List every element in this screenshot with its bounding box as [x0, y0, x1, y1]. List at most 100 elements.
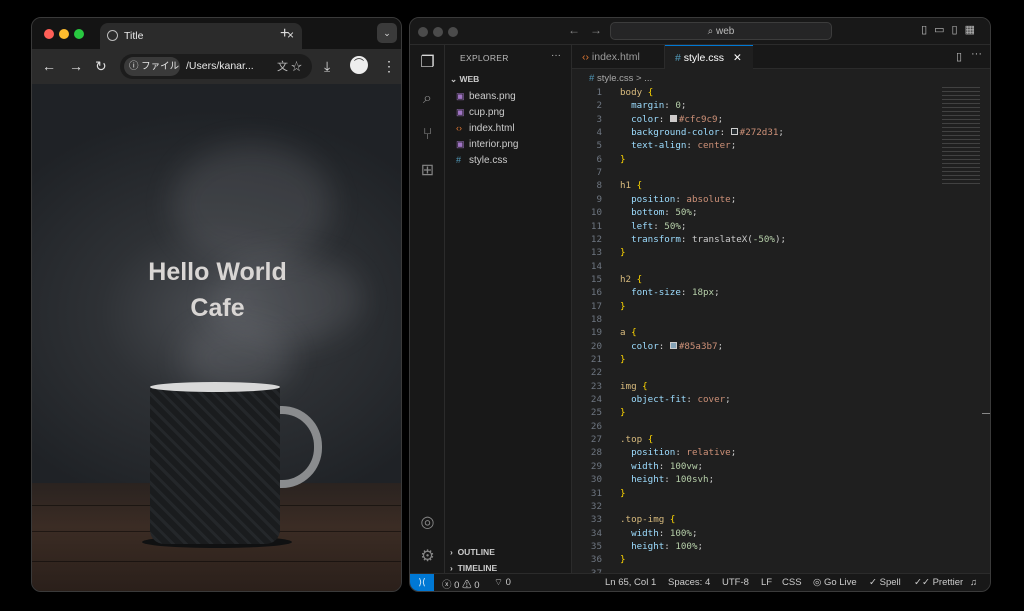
code-line[interactable]: bottom: 50%; [620, 207, 697, 218]
new-tab-button[interactable]: + [280, 25, 289, 43]
go-live-button[interactable]: ◎ Go Live [813, 577, 857, 588]
line-number: 2 [596, 100, 602, 112]
code-line[interactable]: color: #cfc9c9; [620, 114, 723, 125]
zoom-window-button[interactable] [448, 27, 458, 37]
site-info-chip[interactable]: ⓘ ファイル [124, 57, 180, 76]
spell-label: Spell [879, 577, 901, 588]
remote-indicator[interactable]: ⟩⟨ [410, 574, 434, 591]
extensions-icon[interactable]: ⊞ [418, 161, 437, 180]
vscode-titlebar: ← → ⌕ web ▯▭▯▦ [410, 18, 990, 45]
outline-section[interactable]: › OUTLINE [450, 547, 495, 557]
line-number: 24 [590, 394, 602, 406]
bell-icon[interactable]: ♫ [970, 577, 977, 588]
line-number: 12 [590, 233, 602, 245]
problems-indicator[interactable]: ⓧ 0 ⚠ 0 [442, 577, 480, 591]
code-line[interactable]: } [620, 488, 626, 499]
tab-search-button[interactable]: ⌄ [377, 23, 397, 43]
more-actions-icon[interactable]: ··· [971, 48, 982, 60]
code-line[interactable]: h1 { [620, 180, 642, 191]
reload-icon[interactable]: ↻ [95, 58, 107, 75]
minimize-window-button[interactable] [59, 29, 69, 39]
errors-count: 0 [454, 580, 460, 591]
file-item[interactable]: # style.css [456, 152, 571, 168]
site-info-label: ファイル [141, 61, 180, 72]
split-editor-icon[interactable]: ▯ [956, 50, 962, 63]
code-line[interactable]: background-color: #272d31; [620, 127, 784, 138]
profile-avatar[interactable]: ⌒ [350, 56, 368, 74]
layout-toggle-icons[interactable]: ▯▭▯▦ [921, 23, 982, 36]
ports-indicator[interactable]: ⌔ 0 [494, 577, 511, 588]
nav-arrows[interactable]: ← → [568, 23, 602, 37]
download-icon[interactable]: ⤓ [324, 58, 330, 75]
file-label: interior.png [469, 139, 519, 150]
spell-check[interactable]: ✓ Spell [869, 577, 901, 588]
code-line[interactable]: h2 { [620, 274, 642, 285]
code-line[interactable]: font-size: 18px; [620, 287, 720, 298]
line-number: 4 [596, 127, 602, 139]
breadcrumb[interactable]: # style.css > ... [589, 73, 652, 84]
browser-tab[interactable]: Title × [100, 23, 302, 49]
line-number: 6 [596, 153, 602, 165]
code-line[interactable]: width: 100%; [620, 528, 697, 539]
file-item[interactable]: ▣ beans.png [456, 88, 571, 104]
editor-tabs: ‹› index.html # style.css ✕ ▯ ··· [572, 45, 990, 69]
zoom-window-button[interactable] [74, 29, 84, 39]
minimap[interactable] [942, 87, 980, 187]
code-line[interactable]: img { [620, 381, 648, 392]
end-of-line[interactable]: LF [761, 577, 772, 588]
more-actions-icon[interactable]: ··· [551, 50, 561, 61]
language-mode[interactable]: CSS [782, 577, 802, 588]
code-line[interactable]: } [620, 154, 626, 165]
file-item[interactable]: ‹› index.html [456, 120, 571, 136]
search-icon[interactable]: ⌕ [418, 89, 437, 108]
code-line[interactable]: height: 100svh; [620, 474, 714, 485]
code-line[interactable]: } [620, 247, 626, 258]
code-line[interactable]: .top { [620, 434, 653, 445]
code-line[interactable]: position: absolute; [620, 194, 736, 205]
code-line[interactable]: .top-img { [620, 514, 675, 525]
line-number: 8 [596, 180, 602, 192]
cursor-position[interactable]: Ln 65, Col 1 [605, 577, 656, 588]
back-arrow-icon[interactable]: ← [42, 58, 56, 74]
code-line[interactable]: color: #85a3b7; [620, 341, 723, 352]
code-line[interactable]: body { [620, 87, 653, 98]
close-icon[interactable]: ✕ [733, 52, 742, 64]
forward-arrow-icon[interactable]: → [69, 58, 83, 74]
code-line[interactable]: } [620, 301, 626, 312]
tab-index-html[interactable]: ‹› index.html [572, 45, 665, 69]
line-number: 17 [590, 300, 602, 312]
code-line[interactable]: } [620, 354, 626, 365]
translate-icon[interactable]: 文 ☆ [277, 58, 302, 74]
timeline-section[interactable]: › TIMELINE [450, 563, 497, 573]
folder-web[interactable]: ⌄ WEB [450, 74, 479, 85]
prettier-status[interactable]: ✓✓ Prettier [914, 577, 963, 588]
code-line[interactable]: height: 100%; [620, 541, 703, 552]
explorer-icon[interactable]: ❐ [418, 53, 437, 72]
file-item[interactable]: ▣ cup.png [456, 104, 571, 120]
address-bar[interactable]: ⓘ ファイル /Users/kanar... 文 ☆ [120, 54, 312, 79]
code-line[interactable]: width: 100vw; [620, 461, 703, 472]
encoding[interactable]: UTF-8 [722, 577, 749, 588]
code-line[interactable]: } [620, 554, 626, 565]
code-line[interactable]: object-fit: cover; [620, 394, 731, 405]
source-control-icon[interactable]: ⑂ [418, 125, 437, 144]
menu-kebab-icon[interactable]: ⋮ [382, 58, 396, 75]
account-icon[interactable]: ◎ [418, 513, 437, 532]
code-line[interactable]: left: 50%; [620, 221, 686, 232]
scrollbar-marker[interactable] [982, 413, 990, 414]
gear-icon[interactable]: ⚙ [418, 547, 437, 566]
close-window-button[interactable] [44, 29, 54, 39]
code-line[interactable]: a { [620, 327, 637, 338]
file-item[interactable]: ▣ interior.png [456, 136, 571, 152]
command-center[interactable]: ⌕ web [610, 22, 832, 40]
minimize-window-button[interactable] [433, 27, 443, 37]
close-window-button[interactable] [418, 27, 428, 37]
code-line[interactable]: text-align: center; [620, 140, 736, 151]
code-line[interactable]: position: relative; [620, 447, 736, 458]
code-line[interactable]: } [620, 407, 626, 418]
code-line[interactable]: transform: translateX(-50%); [620, 234, 786, 245]
line-number: 9 [596, 193, 602, 205]
tab-style-css[interactable]: # style.css ✕ [665, 45, 753, 69]
code-line[interactable]: margin: 0; [620, 100, 686, 111]
indentation[interactable]: Spaces: 4 [668, 577, 710, 588]
